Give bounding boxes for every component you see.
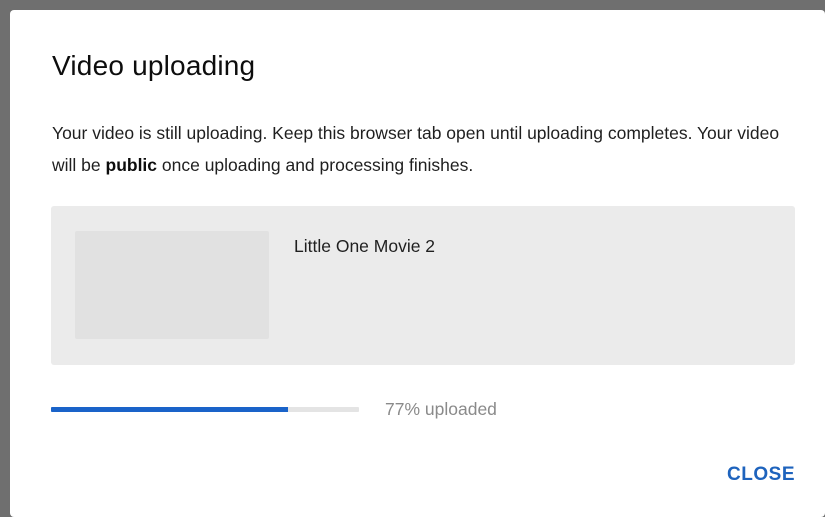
message-text-end: once uploading and processing finishes. <box>157 155 474 175</box>
upload-progress-label: 77% uploaded <box>385 399 497 419</box>
dialog-message: Your video is still uploading. Keep this… <box>52 117 792 181</box>
close-button[interactable]: CLOSE <box>727 458 795 492</box>
upload-progress-fill <box>51 407 289 412</box>
dialog-title: Video uploading <box>52 50 256 81</box>
video-card: Little One Movie 2 <box>51 206 795 365</box>
upload-progress-bar <box>51 407 359 412</box>
video-title: Little One Movie 2 <box>294 236 436 256</box>
video-thumbnail <box>75 231 269 339</box>
upload-dialog: Video uploading Your video is still uplo… <box>10 10 825 517</box>
visibility-status: public <box>105 155 158 175</box>
